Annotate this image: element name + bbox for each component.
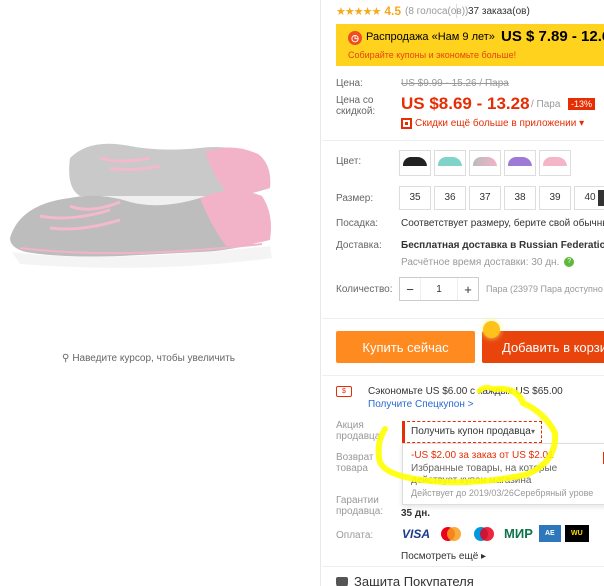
section-divider <box>322 318 604 319</box>
promo-title: Распродажа «Нам 9 лет» <box>366 31 495 43</box>
amex-logo: AE <box>538 525 561 542</box>
product-image[interactable] <box>0 118 300 278</box>
size-options: 35 36 37 38 39 40 <box>399 186 604 210</box>
section-divider <box>322 140 604 141</box>
clock-icon: ◷ <box>348 31 362 45</box>
shipping-value[interactable]: Бесплатная доставка в Russian Federation… <box>401 240 604 251</box>
shipping-time: Расчётное время доставки: 30 дн. ? <box>401 257 575 268</box>
shipping-label: Доставка: <box>336 240 382 251</box>
payment-label: Оплата: <box>336 530 374 541</box>
shield-icon <box>336 576 348 586</box>
quantity-label: Количество: <box>336 284 393 295</box>
quantity-stepper: − 1 + <box>399 277 479 301</box>
fit-value: Соответствует размеру, берите свой обычн… <box>401 218 604 229</box>
color-option[interactable] <box>399 150 431 176</box>
rating-value: 4.5 <box>384 4 401 18</box>
mastercard-logo <box>436 525 465 542</box>
buyer-protection-text: Защита Покупателя <box>354 574 474 586</box>
western-union-logo: WU <box>564 525 589 542</box>
returns-label-2: товара <box>336 463 368 474</box>
app-promo-link[interactable]: Скидки ещё больше в приложении ▾ <box>401 118 584 129</box>
add-to-cart-button[interactable]: Добавить в корзи <box>482 331 604 363</box>
old-price: US $9.99 - 15.26 / Пара <box>401 78 509 89</box>
votes-link[interactable]: (8 голоса(ов)) <box>405 6 468 17</box>
rating-row: ★★★★★ 4.5 (8 голоса(ов)) <box>336 4 468 18</box>
size-option[interactable]: 35 <box>399 186 431 210</box>
color-option[interactable] <box>469 150 501 176</box>
guarantee-value: 35 дн. <box>401 508 431 519</box>
stock-available: Пара (23979 Пара доступно <box>486 284 603 294</box>
coupon-dropdown-panel: -US $2.00 за заказ от US $2.01 Избранные… <box>402 443 604 505</box>
promo-banner[interactable]: ◷ Распродажа «Нам 9 лет» US $ 7.89 - 12.… <box>336 24 604 66</box>
size-option[interactable]: 38 <box>504 186 536 210</box>
size-label: Размер: <box>336 193 374 204</box>
get-seller-coupon-label: Получить купон продавца <box>411 426 531 437</box>
orders-count: 37 заказа(ов) <box>468 6 530 17</box>
coupon-description: Избранные товары, на которые действует к… <box>411 463 558 486</box>
shipping-time-text: Расчётное время доставки: 30 дн. <box>401 257 560 268</box>
size-option[interactable]: 39 <box>539 186 571 210</box>
color-option[interactable] <box>539 150 571 176</box>
rating-separator <box>456 4 457 18</box>
savings-text: Сэкономьте US $6.00 с каждых US $65.00 <box>368 386 563 397</box>
price-label: Цена: <box>336 78 363 89</box>
app-promo-text: Скидки ещё больше в приложении ▾ <box>415 118 585 129</box>
quantity-plus-button[interactable]: + <box>458 278 478 300</box>
color-option[interactable] <box>504 150 536 176</box>
size-option[interactable]: 37 <box>469 186 501 210</box>
buyer-protection-title: Защита Покупателя <box>336 574 474 586</box>
payment-methods: VISA МИР AE WU <box>400 525 589 542</box>
special-coupon-link[interactable]: Получите Спецкупон > <box>368 399 474 410</box>
cursor-highlight-dot <box>483 321 500 338</box>
chevron-down-icon: ▾ <box>530 427 535 436</box>
color-option[interactable] <box>434 150 466 176</box>
section-divider <box>322 375 604 376</box>
color-label: Цвет: <box>336 156 362 167</box>
size-option[interactable]: 36 <box>434 186 466 210</box>
price-unit: / Пара <box>531 99 561 110</box>
coupon-valid-until: Действует до 2019/03/26Серебряный урове <box>411 488 594 498</box>
seller-promo-label-2: продавца: <box>336 431 384 442</box>
see-more-link[interactable]: Посмотреть ещё ▸ <box>401 551 486 562</box>
coupon-amount: -US $2.00 за заказ от US $2.01 <box>411 450 554 461</box>
mir-logo: МИР <box>504 526 533 541</box>
buy-now-button[interactable]: Купить сейчас <box>336 331 475 363</box>
zoom-hint: ⚲ Наведите курсор, чтобы увеличить <box>62 353 235 364</box>
get-seller-coupon-dropdown[interactable]: Получить купон продавца ▾ <box>402 421 542 443</box>
info-icon[interactable]: ? <box>564 257 575 268</box>
promo-price: US $ 7.89 - 12.6 <box>501 28 604 45</box>
color-swatches <box>399 150 571 176</box>
promo-subtitle: Собирайте купоны и экономьте больше! <box>348 50 517 60</box>
zoom-hint-text: Наведите курсор, чтобы увеличить <box>72 353 235 364</box>
maestro-logo <box>469 525 498 542</box>
section-divider <box>322 566 604 567</box>
magnifier-icon: ⚲ <box>62 353 70 364</box>
quantity-input[interactable]: 1 <box>420 278 458 300</box>
discount-price-label-2: скидкой: <box>336 106 376 117</box>
guarantee-label-2: продавца: <box>336 506 384 517</box>
fit-label: Посадка: <box>336 218 379 229</box>
quantity-minus-button[interactable]: − <box>400 278 420 300</box>
star-rating-icon: ★★★★★ <box>336 5 381 18</box>
qr-code-icon <box>401 118 412 129</box>
discount-badge: -13% <box>568 98 596 110</box>
size-option-partial <box>598 190 604 206</box>
visa-logo: VISA <box>402 526 431 541</box>
coupon-icon: $ <box>336 386 352 397</box>
column-divider <box>320 0 321 586</box>
discount-price: US $8.69 - 13.28 <box>401 94 530 113</box>
